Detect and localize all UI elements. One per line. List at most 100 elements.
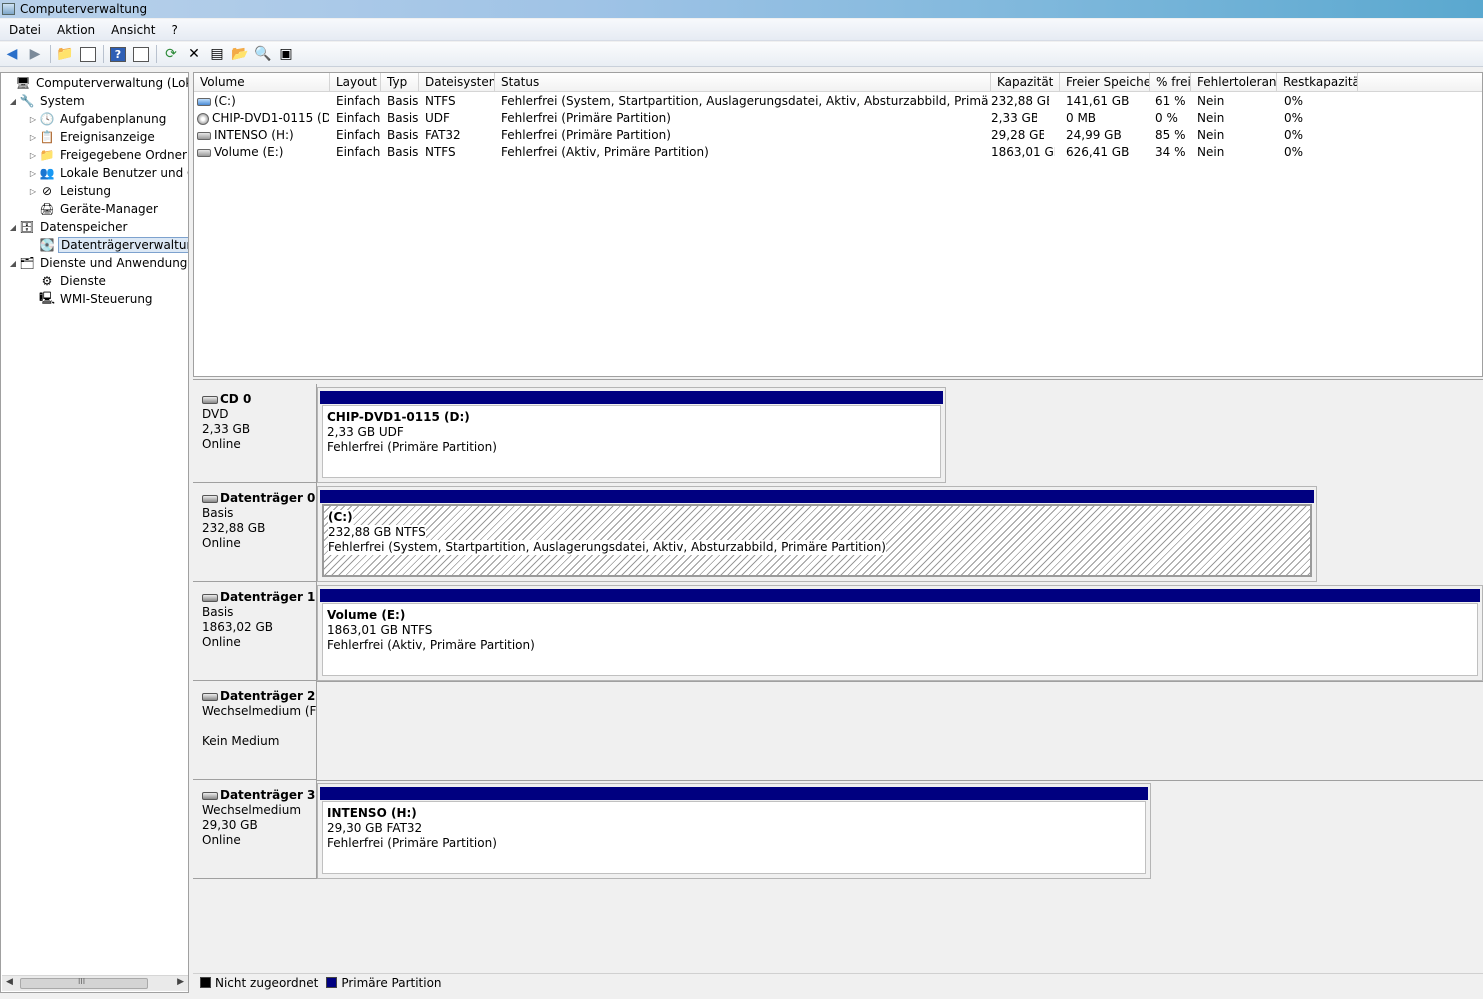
table-row[interactable]: (C:) Einfach Basis NTFS Fehlerfrei (Syst… [194, 93, 1482, 110]
partition-d[interactable]: CHIP-DVD1-0115 (D:) 2,33 GB UDF Fehlerfr… [317, 387, 946, 483]
menu-datei[interactable]: Datei [0, 23, 48, 37]
disk-type: Wechselmedium [202, 803, 302, 817]
table-row[interactable]: INTENSO (H:) Einfach Basis FAT32 Fehlerf… [194, 127, 1482, 144]
capacity-cell: 1863,01 GB [991, 145, 1055, 159]
column-typ[interactable]: Typ [381, 73, 419, 92]
partition-h[interactable]: INTENSO (H:) 29,30 GB FAT32 Fehlerfrei (… [317, 783, 1151, 879]
tree-item-label: Dienste [60, 274, 106, 288]
storage-icon: 🗄 [19, 220, 35, 234]
partition-c[interactable]: (C:) 232,88 GB NTFS Fehlerfrei (System, … [317, 486, 1317, 582]
column-kapazitaet[interactable]: Kapazität [991, 73, 1060, 92]
cd-drive-icon [202, 395, 218, 404]
tree-item-aufgabenplanung[interactable]: ▷ 🕓 Aufgabenplanung [27, 110, 168, 128]
scroll-right-icon[interactable]: ▶ [177, 977, 184, 987]
status-cell: Fehlerfrei (Aktiv, Primäre Partition) [501, 145, 709, 159]
horizontal-scrollbar[interactable]: ◀ III ▶ [2, 975, 188, 991]
show-hide-tree-icon[interactable] [78, 44, 98, 64]
partition-details: CHIP-DVD1-0115 (D:) 2,33 GB UDF Fehlerfr… [322, 405, 941, 478]
search-icon[interactable]: 🔍 [253, 44, 273, 64]
column-layout[interactable]: Layout [330, 73, 381, 92]
window-title: Computerverwaltung [20, 2, 148, 16]
menu-help[interactable]: ? [162, 23, 184, 37]
tree-item-computerverwaltung[interactable]: 🖥 Computerverwaltung (Lokal) [3, 74, 188, 92]
expand-arrow-icon[interactable]: ▷ [27, 151, 39, 160]
column-volume[interactable]: Volume [194, 73, 330, 92]
table-row[interactable]: CHIP-DVD1-0115 (D:) Einfach Basis UDF Fe… [194, 110, 1482, 127]
tree-item-ereignisanzeige[interactable]: ▷ 📋 Ereignisanzeige [27, 128, 157, 146]
tree-item-leistung[interactable]: ▷ ⊘ Leistung [27, 182, 113, 200]
show-hide-action-pane-icon[interactable] [131, 44, 151, 64]
disk-size: 1863,02 GB [202, 620, 273, 634]
expand-arrow-icon[interactable]: ▷ [27, 169, 39, 178]
disk-status: Kein Medium [202, 734, 280, 748]
collapse-arrow-icon[interactable]: ◢ [7, 97, 19, 106]
open-icon[interactable]: 📂 [230, 44, 250, 64]
disk-settings-icon[interactable]: ▣ [276, 44, 296, 64]
typ-cell: Basis [387, 128, 419, 142]
disk-name: Datenträger 1 [220, 590, 316, 604]
table-row[interactable]: Volume (E:) Einfach Basis NTFS Fehlerfre… [194, 144, 1482, 161]
legend-swatch-primary [326, 977, 338, 988]
partition-e[interactable]: Volume (E:) 1863,01 GB NTFS Fehlerfrei (… [317, 585, 1483, 681]
disk-label-datentraeger-0[interactable]: Datenträger 0 Basis 232,88 GB Online [193, 483, 317, 582]
column-freier-speicher[interactable]: Freier Speicher [1060, 73, 1150, 92]
partition-status: Fehlerfrei (Primäre Partition) [327, 836, 497, 850]
column-status[interactable]: Status [495, 73, 991, 92]
layout-cell: Einfach [336, 94, 381, 108]
event-viewer-icon: 📋 [39, 130, 55, 144]
tree-item-label: Aufgabenplanung [60, 112, 167, 126]
volume-name: Volume (E:) [214, 145, 284, 159]
up-folder-icon[interactable]: 📁 [55, 44, 75, 64]
expand-arrow-icon[interactable]: ▷ [27, 115, 39, 124]
column-prozent-frei[interactable]: % frei [1150, 73, 1191, 92]
menu-ansicht[interactable]: Ansicht [102, 23, 162, 37]
tree-item-freigegebene-ordner[interactable]: ▷ 📁 Freigegebene Ordner [27, 146, 188, 164]
column-restkapazitaet[interactable]: Restkapazität [1277, 73, 1358, 92]
menu-aktion[interactable]: Aktion [48, 23, 102, 37]
collapse-arrow-icon[interactable]: ◢ [7, 223, 19, 232]
tree-item-datenspeicher[interactable]: ◢ 🗄 Datenspeicher [7, 218, 129, 236]
tree-item-wmi-steuerung[interactable]: 🖳 WMI-Steuerung [27, 290, 155, 308]
removable-drive-icon [202, 692, 218, 701]
tree-item-label: Datenträgerverwaltung [58, 237, 188, 253]
expand-arrow-icon[interactable]: ▷ [27, 187, 39, 196]
back-arrow-icon[interactable]: ◀ [2, 44, 22, 64]
disk-name: Datenträger 0 [220, 491, 316, 505]
filesystem-cell: FAT32 [425, 128, 461, 142]
expand-arrow-icon[interactable]: ▷ [27, 133, 39, 142]
disk-name: Datenträger 3 [220, 788, 316, 802]
collapse-arrow-icon[interactable]: ◢ [7, 259, 19, 268]
disk-label-datentraeger-1[interactable]: Datenträger 1 Basis 1863,02 GB Online [193, 582, 317, 681]
partition-details: Volume (E:) 1863,01 GB NTFS Fehlerfrei (… [322, 603, 1478, 676]
rest-capacity-cell: 0% [1284, 111, 1304, 125]
column-fehlertoleranz[interactable]: Fehlertoleranz [1191, 73, 1277, 92]
partition-name: Volume (E:) [327, 608, 406, 622]
tree-item-label: Freigegebene Ordner [60, 148, 187, 162]
volume-cell: Volume (E:) [197, 144, 329, 161]
disk-label-datentraeger-3[interactable]: Datenträger 3 Wechselmedium 29,30 GB Onl… [193, 780, 317, 879]
status-cell: Fehlerfrei (Primäre Partition) [501, 111, 671, 125]
tree-item-dienste-und-anwendungen[interactable]: ◢ 🗂 Dienste und Anwendungen [7, 254, 188, 272]
disk-size: 2,33 GB [202, 422, 251, 436]
help-icon[interactable]: ? [108, 44, 128, 64]
refresh-icon[interactable]: ⟳ [161, 44, 181, 64]
tree-item-lokale-benutzer[interactable]: ▷ 👥 Lokale Benutzer und Gruppen [27, 164, 188, 182]
disk-map: CD 0 DVD 2,33 GB Online CHIP-DVD1-0115 (… [193, 379, 1483, 973]
system-drive-icon [197, 97, 211, 106]
toolbar-separator [156, 45, 157, 63]
forward-arrow-icon[interactable]: ▶ [25, 44, 45, 64]
delete-icon[interactable]: ✕ [184, 44, 204, 64]
tree-item-geraete-manager[interactable]: 🖨 Geräte-Manager [27, 200, 160, 218]
scroll-left-icon[interactable]: ◀ [6, 977, 13, 987]
volume-cell: (C:) [197, 93, 329, 110]
properties-icon[interactable]: ▤ [207, 44, 227, 64]
users-icon: 👥 [39, 166, 55, 180]
fault-tolerance-cell: Nein [1197, 111, 1225, 125]
tree-item-dienste[interactable]: ⚙ Dienste [27, 272, 108, 290]
column-dateisystem[interactable]: Dateisystem [419, 73, 495, 92]
disk-label-cd0[interactable]: CD 0 DVD 2,33 GB Online [193, 384, 317, 483]
tree-item-system[interactable]: ◢ 🔧 System [7, 92, 87, 110]
tree-item-datentraegerverwaltung[interactable]: 💽 Datenträgerverwaltung [27, 236, 188, 254]
filesystem-cell: UDF [425, 111, 450, 125]
disk-label-datentraeger-2[interactable]: Datenträger 2 Wechselmedium (F: Kein Med… [193, 681, 317, 780]
